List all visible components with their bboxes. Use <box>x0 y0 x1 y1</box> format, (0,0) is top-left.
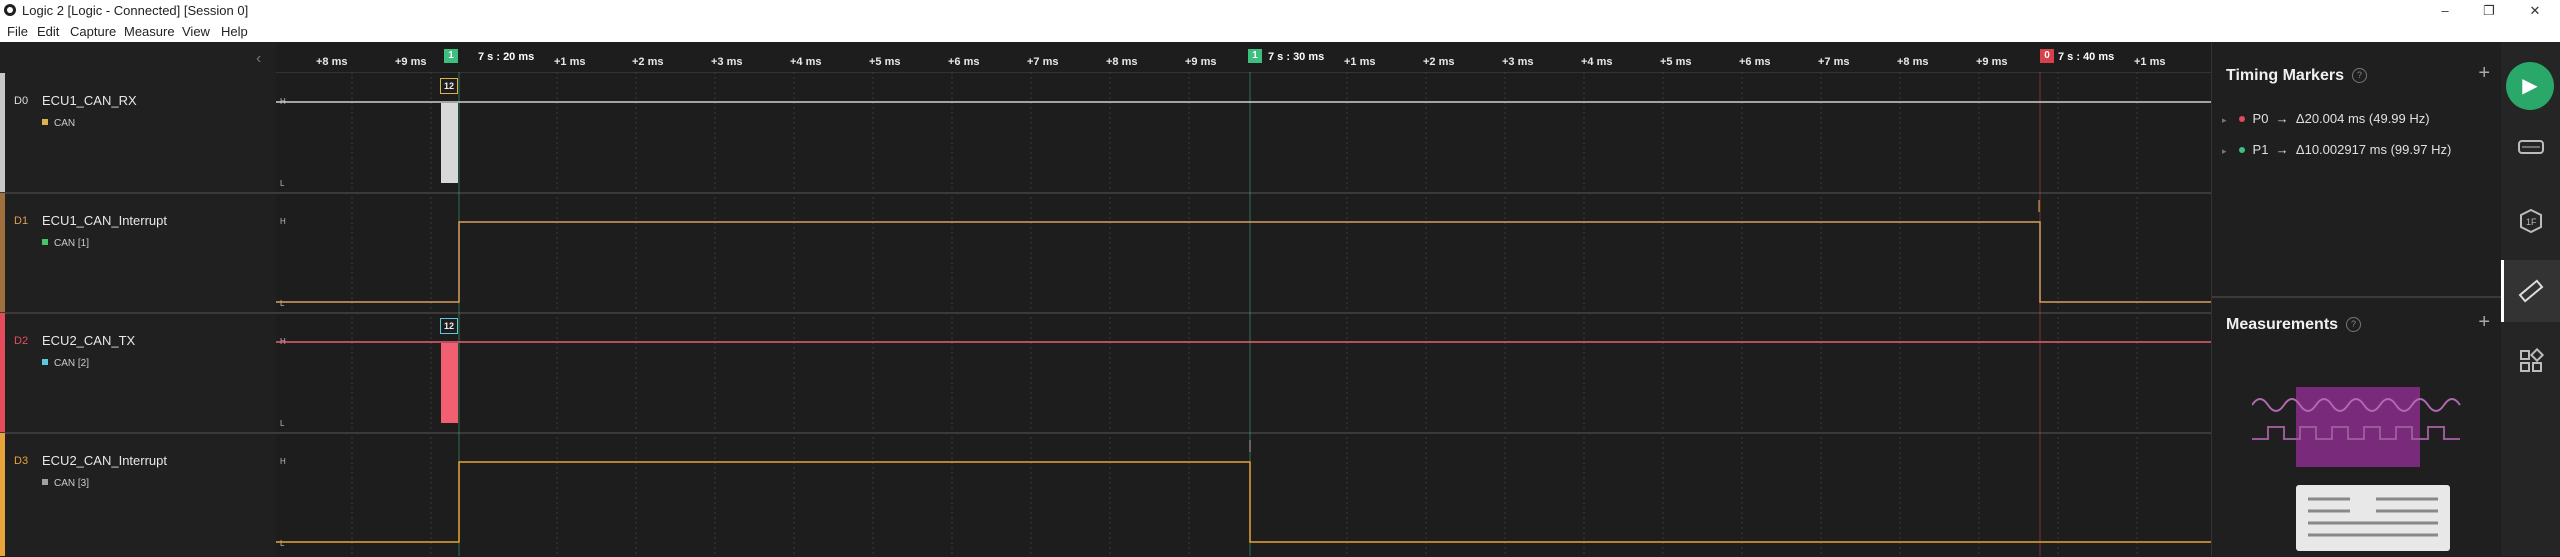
start-capture-button[interactable]: ▶ <box>2506 62 2554 110</box>
help-icon[interactable]: ? <box>2346 317 2362 332</box>
timing-marker-row-p1[interactable]: ▸ P1 → Δ10.002917 ms (99.97 Hz) <box>2222 142 2451 157</box>
play-icon: ▶ <box>2522 75 2538 97</box>
extensions-icon[interactable]: 1F <box>2518 208 2544 234</box>
expand-icon[interactable]: ▸ <box>2222 146 2227 156</box>
layout-icon[interactable] <box>2518 347 2545 374</box>
measurements-illustration <box>2252 387 2461 551</box>
marker-label: P1 <box>2252 142 2269 157</box>
measurements-title-text: Measurements <box>2226 316 2339 333</box>
expand-icon[interactable]: ▸ <box>2222 115 2227 125</box>
add-measurement-button[interactable]: + <box>2478 311 2490 334</box>
marker-color-dot <box>2238 147 2245 153</box>
can-burst-d2[interactable] <box>441 343 458 423</box>
help-icon[interactable]: ? <box>2351 68 2367 83</box>
timing-markers-title-text: Timing Markers <box>2226 67 2344 84</box>
waveform-canvas[interactable] <box>0 0 2211 556</box>
analyzers-icon[interactable] <box>2518 138 2544 164</box>
timing-marker-row-p0[interactable]: ▸ P0 → Δ20.004 ms (49.99 Hz) <box>2222 111 2430 126</box>
arrow-icon: → <box>2275 111 2289 126</box>
signal-trace-d1 <box>276 221 2211 303</box>
arrow-icon: → <box>2275 142 2289 157</box>
signal-trace-d3 <box>276 461 2211 543</box>
marker-color-dot <box>2238 116 2245 122</box>
maximize-button[interactable]: ❐ <box>2469 1 2509 20</box>
right-panel: Timing Markers? + ▸ P0 → Δ20.004 ms (49.9… <box>2211 42 2502 556</box>
minimize-button[interactable]: – <box>2425 1 2465 20</box>
svg-text:1F: 1F <box>2526 217 2537 227</box>
marker-value: Δ20.004 ms (49.99 Hz) <box>2295 111 2430 126</box>
marker-value: Δ10.002917 ms (99.97 Hz) <box>2295 142 2452 157</box>
ruler-icon[interactable] <box>2518 278 2544 304</box>
measurements-title: Measurements? <box>2226 316 2362 334</box>
right-sidebar: ▶ 1F <box>2501 42 2560 556</box>
marker-label: P0 <box>2252 111 2269 126</box>
timing-markers-title: Timing Markers? <box>2226 67 2367 85</box>
close-button[interactable]: ✕ <box>2515 1 2555 20</box>
active-tab-indicator <box>2501 260 2504 322</box>
add-timing-marker-button[interactable]: + <box>2478 62 2490 85</box>
can-burst-d0[interactable] <box>441 103 458 183</box>
panel-divider <box>2212 296 2502 298</box>
